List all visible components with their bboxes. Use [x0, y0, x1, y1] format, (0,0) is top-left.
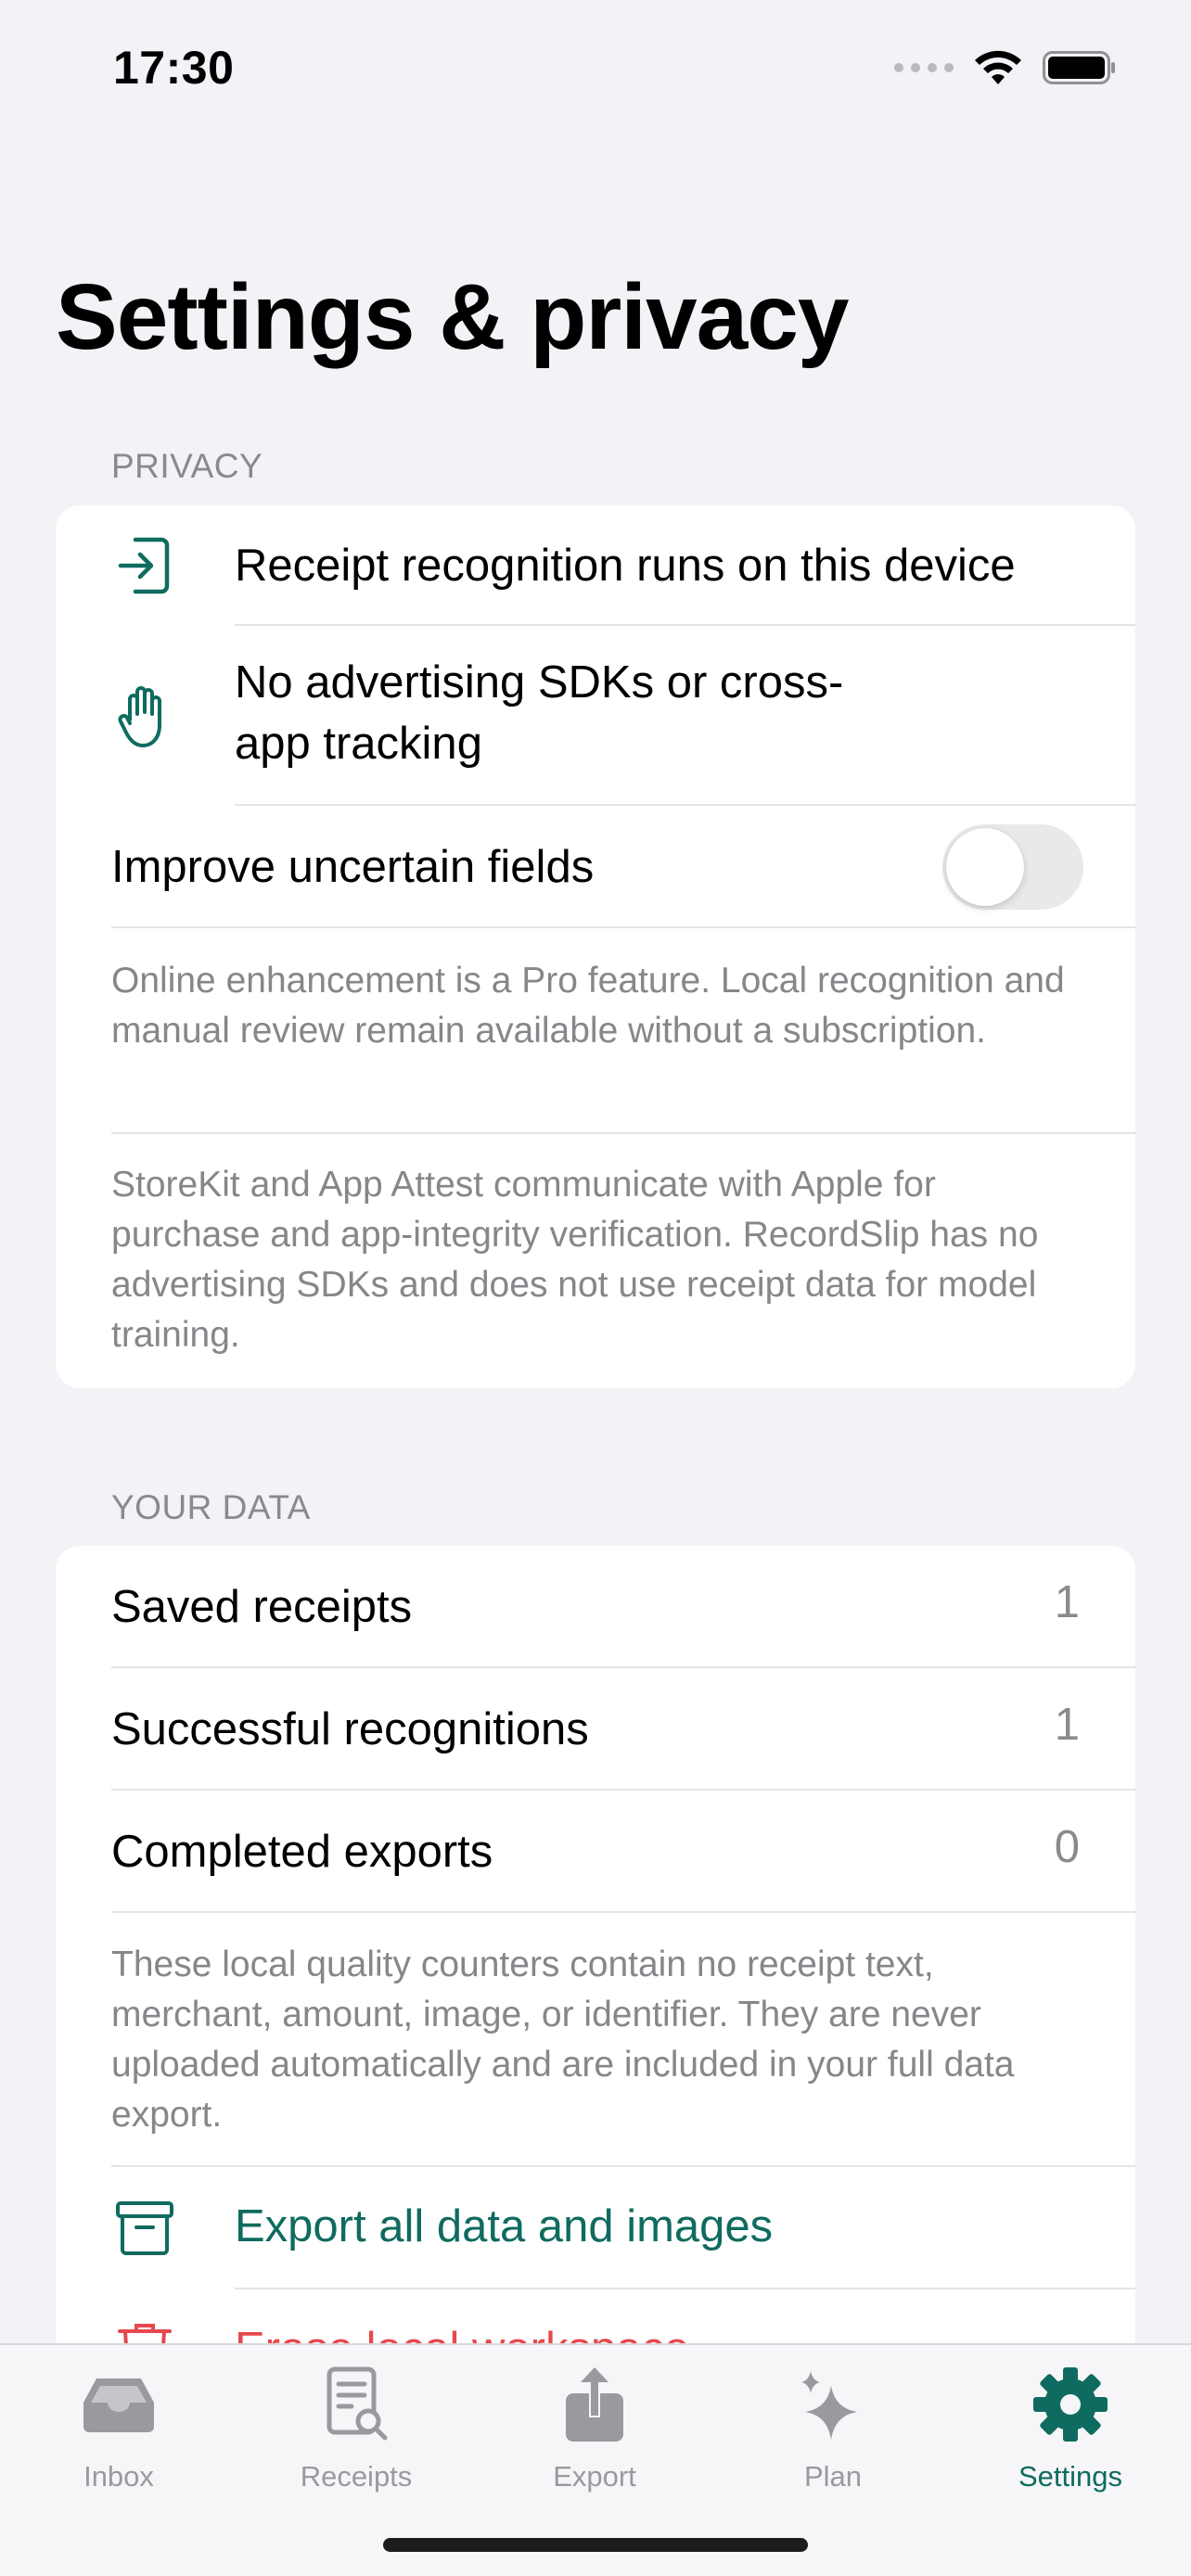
row-divider — [111, 1911, 1135, 1913]
export-all-data-button[interactable]: Export all data and images — [56, 2167, 1135, 2289]
hand-raised-icon — [111, 682, 178, 749]
completed-exports-row: Completed exports 0 — [56, 1791, 1135, 1913]
archive-box-icon — [111, 2195, 178, 2262]
improve-fields-toggle[interactable] — [942, 824, 1083, 910]
cellular-signal-icon — [894, 63, 954, 72]
status-bar: 17:30 — [0, 0, 1191, 139]
privacy-item-text: No advertising SDKs or cross- app tracki… — [235, 652, 843, 774]
tray-icon — [74, 2362, 163, 2447]
tab-plan[interactable]: Plan — [714, 2345, 952, 2503]
privacy-item-label-line2: app tracking — [235, 719, 482, 769]
row-divider — [111, 1132, 1135, 1134]
your-data-section-header: YOUR DATA — [111, 1488, 311, 1526]
saved-receipts-row: Saved receipts 1 — [56, 1546, 1135, 1668]
storekit-note: StoreKit and App Attest communicate with… — [111, 1165, 1039, 1355]
tab-inbox[interactable]: Inbox — [0, 2345, 237, 2503]
row-divider — [111, 926, 1135, 928]
tab-receipts[interactable]: Receipts — [237, 2345, 475, 2503]
export-all-data-label: Export all data and images — [235, 2201, 774, 2251]
share-icon — [550, 2362, 639, 2447]
saved-receipts-label: Saved receipts — [111, 1582, 413, 1632]
tab-label: Inbox — [83, 2460, 154, 2493]
tab-settings[interactable]: Settings — [952, 2345, 1189, 2503]
tab-label: Export — [553, 2460, 636, 2493]
successful-recognitions-value: 1 — [1054, 1700, 1080, 1750]
your-data-card: Saved receipts 1 Successful recognitions… — [56, 1546, 1135, 2380]
receipt-search-icon — [312, 2362, 401, 2447]
sparkles-icon — [788, 2362, 877, 2447]
saved-receipts-value: 1 — [1054, 1577, 1080, 1627]
home-indicator — [383, 2538, 808, 2552]
privacy-item-no-tracking: No advertising SDKs or cross- app tracki… — [56, 626, 1135, 806]
toggle-knob — [946, 828, 1024, 906]
quality-counters-note: These local quality counters contain no … — [111, 1945, 1015, 2135]
privacy-item-label: Receipt recognition runs on this device — [235, 541, 1016, 591]
gear-icon — [1026, 2362, 1115, 2447]
privacy-section-header: PRIVACY — [111, 447, 263, 485]
device-entry-icon — [111, 532, 178, 599]
battery-icon — [1043, 51, 1115, 84]
privacy-item-label-line1: No advertising SDKs or cross- — [235, 657, 844, 708]
privacy-card: Receipt recognition runs on this device … — [56, 505, 1135, 1388]
privacy-item-on-device: Receipt recognition runs on this device — [56, 505, 1135, 626]
improve-fields-label: Improve uncertain fields — [111, 842, 595, 892]
status-time: 17:30 — [113, 42, 235, 94]
wifi-icon — [975, 50, 1021, 84]
completed-exports-value: 0 — [1054, 1822, 1080, 1872]
pro-feature-note: Online enhancement is a Pro feature. Loc… — [111, 961, 1065, 1051]
tab-label: Receipts — [300, 2460, 413, 2493]
tab-export[interactable]: Export — [476, 2345, 713, 2503]
tab-label: Settings — [1018, 2460, 1122, 2493]
tab-label: Plan — [803, 2460, 863, 2493]
successful-recognitions-row: Successful recognitions 1 — [56, 1668, 1135, 1791]
settings-screen: 17:30 Settings & privacy PRIVACY Receipt… — [0, 0, 1191, 2576]
completed-exports-label: Completed exports — [111, 1827, 493, 1877]
status-icons — [894, 45, 1117, 91]
page-title: Settings & privacy — [56, 265, 850, 369]
successful-recognitions-label: Successful recognitions — [111, 1704, 589, 1754]
improve-fields-row: Improve uncertain fields — [56, 806, 1135, 928]
